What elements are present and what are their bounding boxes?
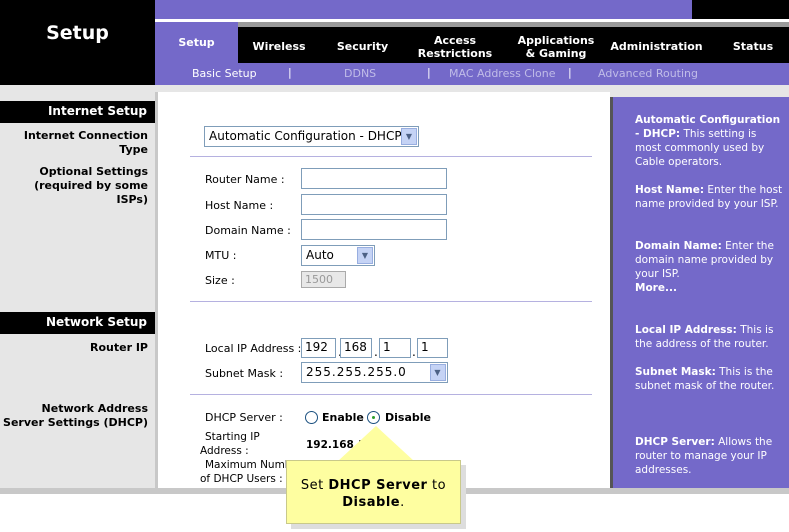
- callout-bold: Disable: [342, 495, 401, 510]
- section-network-setup: Network Setup: [0, 312, 155, 334]
- label-optional-note: (required by some ISPs): [34, 179, 148, 206]
- subnav-basic-setup[interactable]: Basic Setup: [192, 67, 257, 80]
- subnav-divider: |: [288, 66, 292, 79]
- max-users-label-2: of DHCP Users :: [200, 473, 283, 485]
- callout-text: .: [400, 495, 405, 510]
- mtu-label: MTU :: [205, 249, 237, 262]
- tab-applications-gaming[interactable]: Applications & Gaming: [512, 26, 600, 67]
- help-title: Host Name:: [635, 184, 705, 196]
- label-optional-settings: Optional Settings: [39, 165, 148, 178]
- tab-administration[interactable]: Administration: [605, 26, 708, 67]
- chevron-down-icon: ▼: [357, 247, 373, 264]
- help-title: Subnet Mask:: [635, 366, 716, 378]
- help-title: Local IP Address:: [635, 324, 737, 336]
- start-ip-label: Starting IP: [205, 431, 260, 443]
- start-ip-label-2: Address :: [200, 445, 249, 457]
- dhcp-disable-radio[interactable]: [367, 411, 380, 424]
- dhcp-enable-label: Enable: [322, 411, 364, 424]
- ip-octet-1[interactable]: 192: [301, 338, 336, 358]
- help-title: Domain Name:: [635, 240, 722, 252]
- label-dhcp-settings: Server Settings (DHCP): [3, 416, 148, 429]
- divider: [190, 394, 592, 395]
- divider: [190, 156, 592, 157]
- help-title: DHCP Server:: [635, 436, 715, 448]
- top-right-banner: [692, 0, 789, 19]
- local-ip-label: Local IP Address :: [205, 342, 302, 355]
- help-panel: Automatic Configuration - DHCP: This set…: [610, 97, 789, 488]
- top-banner: [155, 0, 692, 19]
- ip-octet-3[interactable]: 1: [379, 338, 411, 358]
- label-network-address: Network Address: [41, 402, 148, 415]
- dhcp-disable-label: Disable: [385, 411, 431, 424]
- router-name-label: Router Name :: [205, 173, 285, 186]
- subnet-select[interactable]: 255.255.255.0 ▼: [301, 362, 448, 383]
- chevron-down-icon: ▼: [430, 364, 446, 381]
- router-name-input[interactable]: [301, 168, 447, 189]
- subnav-advanced-routing[interactable]: Advanced Routing: [598, 67, 698, 80]
- subnav-ddns[interactable]: DDNS: [344, 67, 376, 80]
- callout-text: Set: [300, 478, 329, 493]
- select-value: Auto: [306, 248, 334, 262]
- size-input: 1500: [301, 271, 346, 288]
- tab-wireless[interactable]: Wireless: [240, 26, 318, 67]
- callout-pointer: [338, 426, 414, 461]
- callout-text: to: [427, 478, 447, 493]
- subnav-mac-clone[interactable]: MAC Address Clone: [449, 67, 556, 80]
- page-title: Setup: [46, 22, 109, 44]
- ip-octet-4[interactable]: 1: [417, 338, 448, 358]
- domain-name-input[interactable]: [301, 219, 447, 240]
- dhcp-server-label: DHCP Server :: [205, 411, 283, 424]
- select-value: Automatic Configuration - DHCP: [209, 129, 402, 143]
- callout-bold: DHCP Server: [328, 478, 428, 493]
- label-connection-type: Internet Connection Type: [23, 129, 148, 156]
- more-link[interactable]: More...: [635, 282, 677, 294]
- tab-access-restrictions[interactable]: Access Restrictions: [405, 26, 505, 67]
- ip-dot: .: [412, 345, 416, 359]
- host-name-label: Host Name :: [205, 199, 274, 212]
- tab-status[interactable]: Status: [725, 26, 781, 67]
- subnet-label: Subnet Mask :: [205, 367, 284, 380]
- divider: [190, 301, 592, 302]
- host-name-input[interactable]: [301, 194, 447, 215]
- chevron-down-icon: ▼: [401, 128, 417, 145]
- mtu-select[interactable]: Auto ▼: [301, 245, 375, 266]
- select-value: 255.255.255.0: [306, 365, 407, 379]
- tab-setup[interactable]: Setup: [155, 22, 238, 63]
- size-label: Size :: [205, 274, 235, 287]
- domain-name-label: Domain Name :: [205, 224, 291, 237]
- subnav-divider: |: [427, 66, 431, 79]
- section-internet-setup: Internet Setup: [0, 101, 155, 123]
- label-router-ip: Router IP: [90, 341, 148, 354]
- dhcp-enable-radio[interactable]: [305, 411, 318, 424]
- connection-type-select[interactable]: Automatic Configuration - DHCP ▼: [204, 126, 419, 147]
- subnav-divider: |: [568, 66, 572, 79]
- ip-octet-2[interactable]: 168: [340, 338, 372, 358]
- tab-security[interactable]: Security: [325, 26, 400, 67]
- ip-dot: .: [374, 345, 378, 359]
- instruction-callout: Set DHCP Server to Disable.: [286, 460, 461, 524]
